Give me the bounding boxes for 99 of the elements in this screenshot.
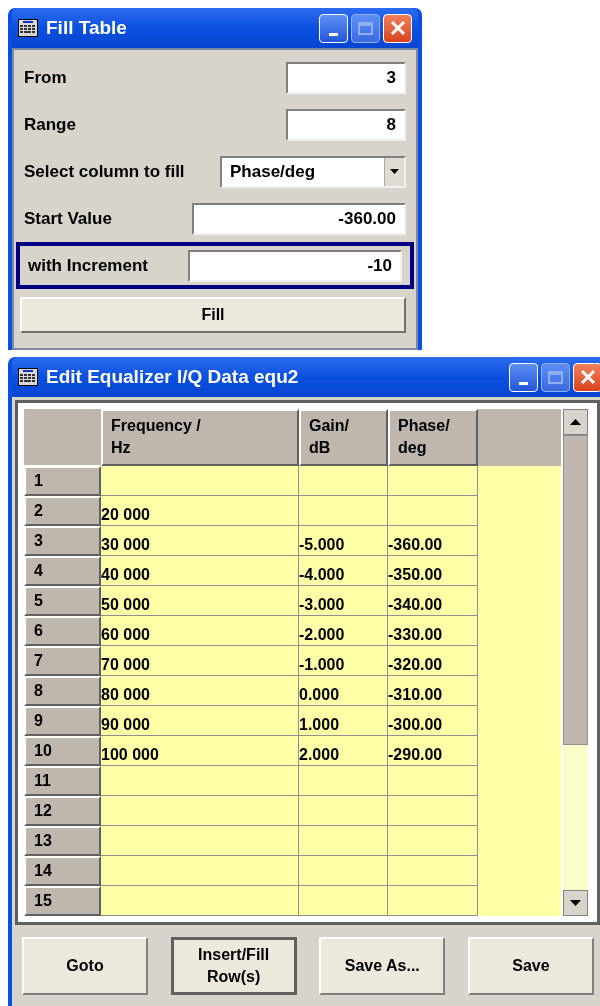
field-label: Range xyxy=(24,113,76,136)
table-cell[interactable]: 50 000 xyxy=(101,586,299,616)
window-title: Edit Equalizer I/Q Data equ2 xyxy=(46,364,300,389)
row-header[interactable]: 9 xyxy=(24,706,101,736)
maximize-icon xyxy=(358,21,373,35)
table-cell[interactable] xyxy=(388,766,478,796)
column-header[interactable]: Frequency / Hz xyxy=(101,409,299,466)
action-button[interactable]: Save As... xyxy=(319,937,446,995)
field-label: with Increment xyxy=(28,254,148,277)
up-arrow-icon xyxy=(570,419,581,425)
row-header[interactable]: 12 xyxy=(24,796,101,826)
number-field[interactable]: 8 xyxy=(286,108,406,141)
row-header[interactable]: 14 xyxy=(24,856,101,886)
number-field[interactable]: 3 xyxy=(286,61,406,94)
table-cell[interactable]: -310.00 xyxy=(388,676,478,706)
table-cell[interactable] xyxy=(101,796,299,826)
table-cell[interactable]: -3.000 xyxy=(299,586,388,616)
minimize-button[interactable] xyxy=(509,362,538,392)
field-label: Start Value xyxy=(24,207,112,230)
table-cell[interactable]: 20 000 xyxy=(101,496,299,526)
row-header[interactable]: 11 xyxy=(24,766,101,796)
table-cell[interactable] xyxy=(101,766,299,796)
table-cell[interactable]: 1.000 xyxy=(299,706,388,736)
close-icon xyxy=(579,369,596,385)
scrollbar[interactable] xyxy=(563,409,588,916)
row-header[interactable]: 2 xyxy=(24,496,101,526)
scroll-down-button[interactable] xyxy=(563,890,588,916)
table-cell[interactable]: -350.00 xyxy=(388,556,478,586)
table-cell[interactable] xyxy=(388,826,478,856)
table-cell[interactable] xyxy=(388,856,478,886)
table-cell[interactable] xyxy=(299,796,388,826)
row-header[interactable]: 4 xyxy=(24,556,101,586)
table-cell[interactable] xyxy=(101,826,299,856)
table-cell[interactable]: -1.000 xyxy=(299,646,388,676)
table-cell[interactable]: -340.00 xyxy=(388,586,478,616)
table-cell[interactable]: -360.00 xyxy=(388,526,478,556)
table-cell[interactable] xyxy=(388,796,478,826)
row-header[interactable]: 8 xyxy=(24,676,101,706)
table-cell[interactable] xyxy=(388,886,478,916)
row-header[interactable]: 5 xyxy=(24,586,101,616)
table-cell[interactable]: -300.00 xyxy=(388,706,478,736)
table-cell[interactable] xyxy=(101,856,299,886)
table-cell[interactable]: 2.000 xyxy=(299,736,388,766)
row-header[interactable]: 3 xyxy=(24,526,101,556)
dropdown-caret-icon xyxy=(384,157,404,186)
keyboard-icon xyxy=(18,368,38,386)
table-cell[interactable]: 60 000 xyxy=(101,616,299,646)
down-arrow-icon xyxy=(570,900,581,906)
table-cell[interactable]: 100 000 xyxy=(101,736,299,766)
row-header[interactable]: 6 xyxy=(24,616,101,646)
table-cell[interactable] xyxy=(299,826,388,856)
table-cell[interactable] xyxy=(299,466,388,496)
maximize-icon xyxy=(548,370,563,384)
table-cell[interactable]: -330.00 xyxy=(388,616,478,646)
scroll-up-button[interactable] xyxy=(563,409,588,435)
table-cell[interactable] xyxy=(299,856,388,886)
window-title: Fill Table xyxy=(46,15,128,40)
table-cell[interactable]: -290.00 xyxy=(388,736,478,766)
table-cell[interactable]: -4.000 xyxy=(299,556,388,586)
column-header[interactable]: Gain/ dB xyxy=(299,409,388,466)
fill-button[interactable]: Fill xyxy=(20,297,406,333)
table-cell[interactable] xyxy=(388,496,478,526)
scroll-thumb[interactable] xyxy=(563,435,588,745)
table-cell[interactable]: 40 000 xyxy=(101,556,299,586)
row-header[interactable]: 7 xyxy=(24,646,101,676)
table-cell[interactable]: 0.000 xyxy=(299,676,388,706)
table-cell[interactable]: 90 000 xyxy=(101,706,299,736)
table-cell[interactable] xyxy=(299,886,388,916)
minimize-icon xyxy=(329,32,338,36)
action-button[interactable]: Save xyxy=(467,937,594,995)
table-cell[interactable] xyxy=(101,886,299,916)
action-button[interactable]: Goto xyxy=(22,937,148,995)
field-label: From xyxy=(24,66,67,89)
close-button[interactable] xyxy=(573,362,600,392)
number-field[interactable]: -360.00 xyxy=(192,202,406,235)
table-cell[interactable]: 30 000 xyxy=(101,526,299,556)
minimize-icon xyxy=(519,381,528,385)
row-header[interactable]: 1 xyxy=(24,466,101,496)
table-cell[interactable]: -5.000 xyxy=(299,526,388,556)
field-label: Select column to fill xyxy=(24,160,185,183)
row-header[interactable]: 15 xyxy=(24,886,101,916)
table-cell[interactable]: -2.000 xyxy=(299,616,388,646)
keyboard-icon xyxy=(18,19,38,37)
column-header[interactable]: Phase/ deg xyxy=(388,409,478,466)
table-cell[interactable]: 80 000 xyxy=(101,676,299,706)
close-icon xyxy=(389,20,406,36)
table-cell[interactable] xyxy=(299,766,388,796)
table-cell[interactable] xyxy=(101,466,299,496)
table-cell[interactable] xyxy=(388,466,478,496)
close-button[interactable] xyxy=(383,13,412,43)
table-cell[interactable]: -320.00 xyxy=(388,646,478,676)
number-field[interactable]: -10 xyxy=(188,249,402,282)
table-cell[interactable]: 70 000 xyxy=(101,646,299,676)
column-dropdown[interactable]: Phase/deg xyxy=(220,155,406,188)
table-cell[interactable] xyxy=(299,496,388,526)
action-button[interactable]: Insert/Fill Row(s) xyxy=(170,937,297,995)
row-header[interactable]: 13 xyxy=(24,826,101,856)
row-header[interactable]: 10 xyxy=(24,736,101,766)
minimize-button[interactable] xyxy=(319,13,348,43)
